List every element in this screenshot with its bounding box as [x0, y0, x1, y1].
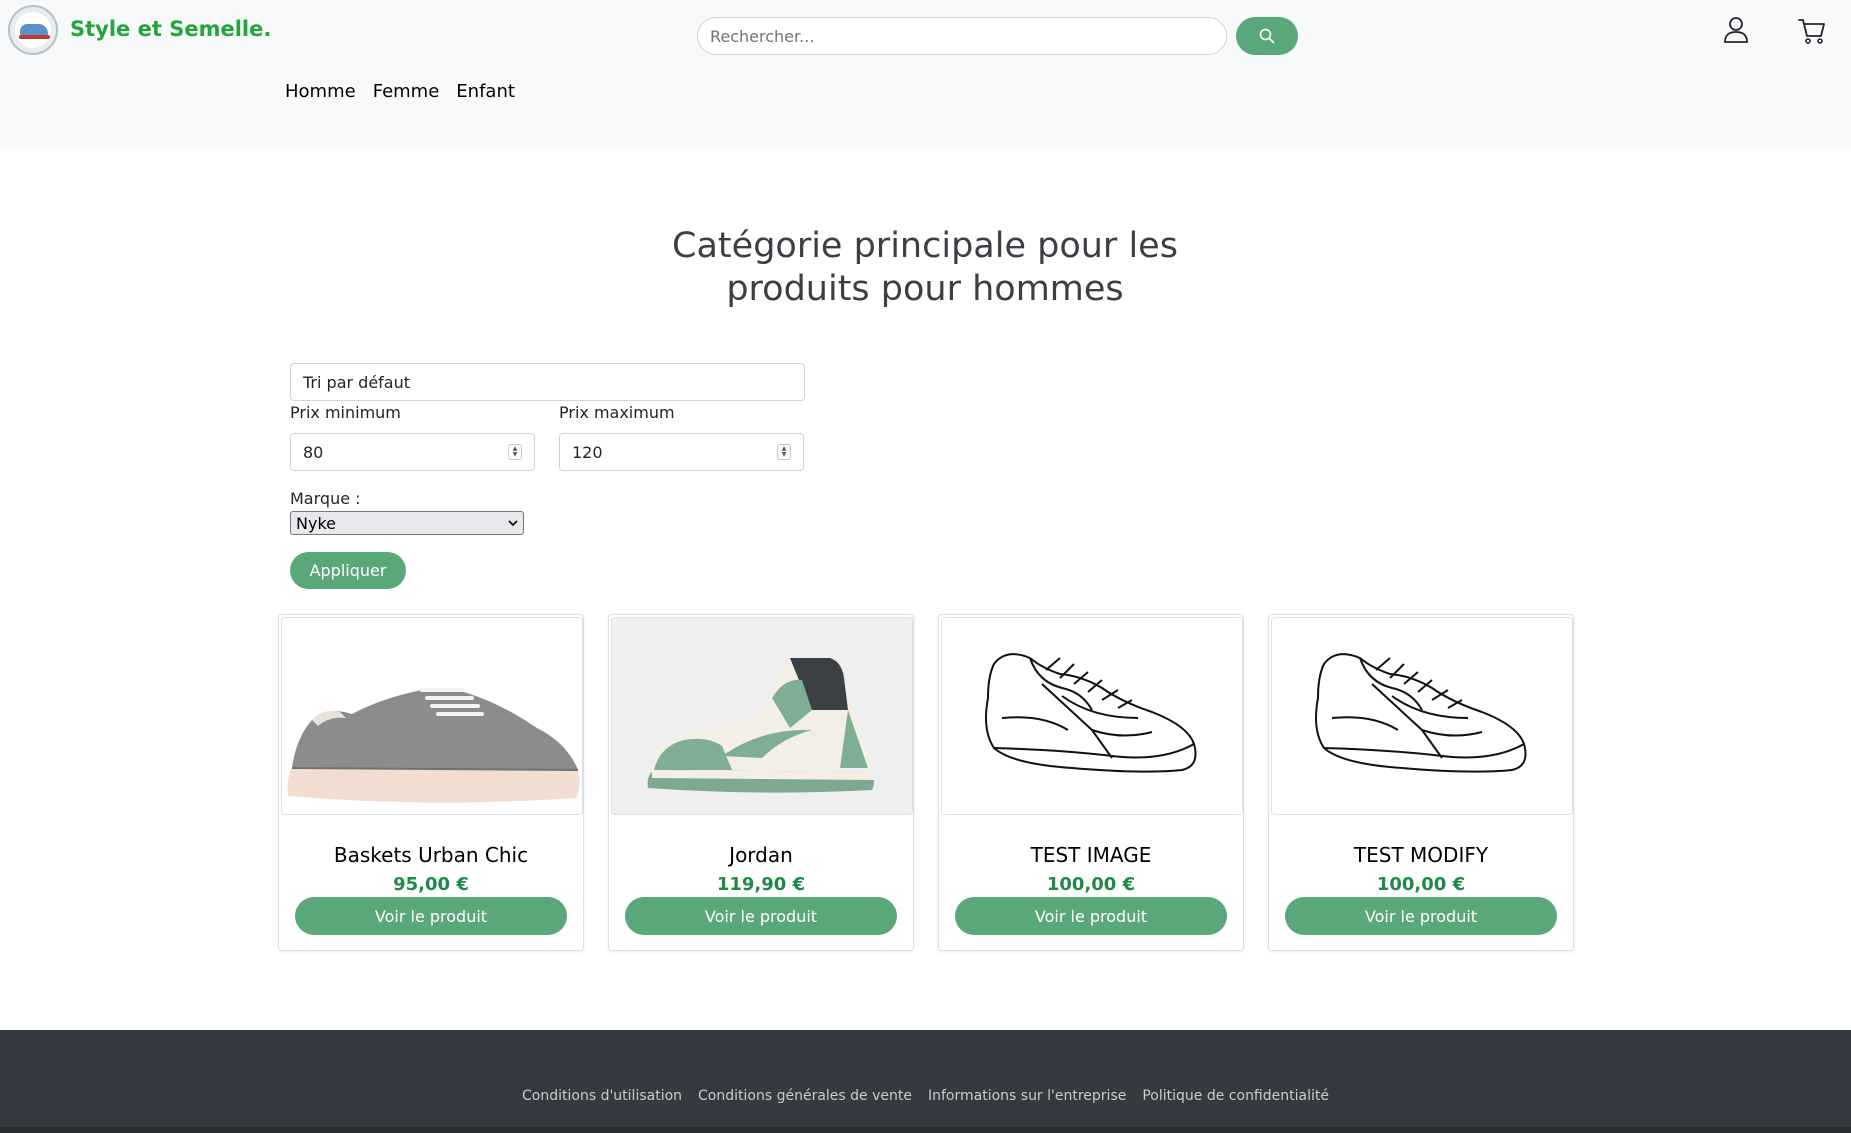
product-card: TEST MODIFY 100,00 € Voir le produit	[1268, 614, 1574, 951]
green-high-top-sneaker-image	[612, 618, 912, 814]
footer-links: Conditions d'utilisation Conditions géné…	[0, 1088, 1851, 1104]
page-title: Catégorie principale pour les produits p…	[672, 226, 1178, 309]
min-price-label: Prix minimum	[290, 403, 401, 422]
view-product-button[interactable]: Voir le produit	[955, 897, 1227, 935]
sneaker-line-drawing-image	[1272, 618, 1572, 814]
brand-label: Marque :	[290, 489, 361, 508]
footer-bottom-bar	[0, 1127, 1851, 1133]
nav-item-femme[interactable]: Femme	[373, 81, 440, 102]
min-price-input[interactable]: 80 ▲ ▼	[290, 433, 535, 471]
nav-item-enfant[interactable]: Enfant	[456, 81, 515, 102]
product-name: TEST MODIFY	[1353, 843, 1489, 867]
product-name: Baskets Urban Chic	[333, 843, 529, 867]
product-name: TEST IMAGE	[1030, 843, 1152, 867]
user-icon[interactable]	[1723, 16, 1749, 44]
view-product-button[interactable]: Voir le produit	[1285, 897, 1557, 935]
sort-select[interactable]: Tri par défaut	[290, 363, 805, 401]
search-box	[697, 17, 1227, 55]
search-icon	[1259, 28, 1275, 44]
brand-select[interactable]: Nyke	[290, 511, 524, 535]
max-price-label: Prix maximum	[559, 403, 675, 422]
product-card: Baskets Urban Chic 95,00 € Voir le produ…	[278, 614, 584, 951]
footer-link-company-info[interactable]: Informations sur l'entreprise	[928, 1088, 1126, 1104]
sneaker-line-drawing-image	[942, 618, 1242, 814]
nav-item-homme[interactable]: Homme	[285, 81, 356, 102]
product-image[interactable]	[281, 617, 583, 815]
cart-icon[interactable]	[1797, 16, 1827, 46]
brand-select-value: Nyke	[296, 513, 336, 533]
spinner-icon[interactable]: ▲ ▼	[508, 444, 522, 460]
gray-suede-sneaker-image	[282, 618, 582, 814]
product-image[interactable]	[1271, 617, 1573, 815]
product-name: Jordan	[729, 843, 793, 867]
logo-icon[interactable]	[8, 5, 58, 55]
view-product-button[interactable]: Voir le produit	[625, 897, 897, 935]
site-header: Style et Semelle. Homme Femme Enfant	[0, 0, 1851, 148]
spinner-icon[interactable]: ▲ ▼	[777, 444, 791, 460]
apply-button[interactable]: Appliquer	[290, 552, 406, 589]
chevron-down-icon	[508, 520, 518, 527]
search-input[interactable]	[698, 18, 1226, 54]
view-product-button[interactable]: Voir le produit	[295, 897, 567, 935]
search-button[interactable]	[1236, 17, 1298, 55]
max-price-value: 120	[572, 442, 603, 462]
brand-name[interactable]: Style et Semelle.	[70, 17, 271, 41]
site-footer	[0, 1030, 1851, 1133]
main-nav: Homme Femme Enfant	[285, 81, 515, 102]
product-card: TEST IMAGE 100,00 € Voir le produit	[938, 614, 1244, 951]
footer-link-terms-of-sale[interactable]: Conditions générales de vente	[698, 1088, 912, 1104]
product-image[interactable]	[611, 617, 913, 815]
product-card: Jordan 119,90 € Voir le produit	[608, 614, 914, 951]
product-image[interactable]	[941, 617, 1243, 815]
footer-link-privacy-policy[interactable]: Politique de confidentialité	[1142, 1088, 1329, 1104]
min-price-value: 80	[303, 442, 324, 462]
footer-link-terms-of-use[interactable]: Conditions d'utilisation	[522, 1088, 682, 1104]
max-price-input[interactable]: 120 ▲ ▼	[559, 433, 804, 471]
